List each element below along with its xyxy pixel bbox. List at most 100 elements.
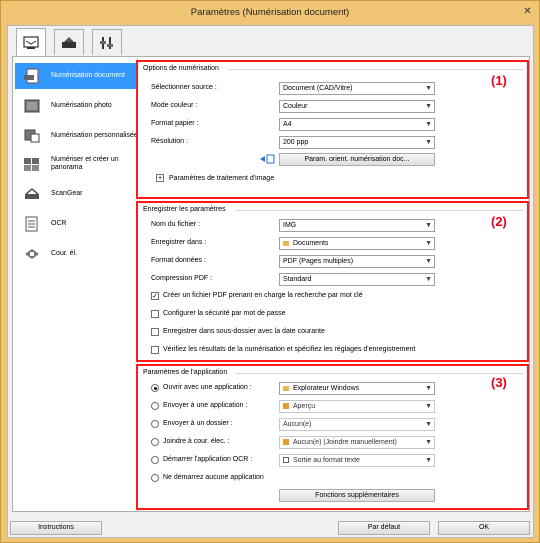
sidebar-item-ocr[interactable]: OCR [15, 211, 137, 237]
image-processing-label[interactable]: Paramètres de traitement d'image [169, 175, 274, 182]
send-folder-value: Aucun(e) [283, 421, 312, 428]
open-app-radio[interactable] [151, 384, 159, 392]
send-folder-radio[interactable] [151, 420, 159, 428]
divider [235, 373, 523, 374]
chevron-down-icon: ▼ [425, 85, 432, 92]
ocr-app-radio[interactable] [151, 456, 159, 464]
custom-scan-icon [21, 128, 43, 144]
folder-icon [283, 386, 289, 391]
attach-email-select[interactable]: Aucun(e) (Joindre manuellement) ▼ [279, 436, 435, 449]
sidebar-item-scangear[interactable]: ScanGear [15, 181, 137, 207]
document-scan-icon [21, 68, 43, 84]
scangear-icon [21, 186, 43, 202]
attach-email-radio[interactable] [151, 438, 159, 446]
email-client-icon [283, 439, 289, 445]
ocr-app-select[interactable]: Sortie au format texte ▼ [279, 454, 435, 467]
save-in-value: Documents [293, 240, 329, 247]
chevron-down-icon: ▼ [425, 240, 432, 247]
ocr-app-label: Démarrer l'application OCR : [163, 456, 253, 463]
sidebar-item-label: Numérisation personnalisée [51, 132, 138, 139]
resolution-label: Résolution : [151, 138, 188, 145]
tab-scan-from-panel[interactable] [54, 29, 84, 55]
sidebar-item-label: OCR [51, 220, 67, 227]
settings-window: Paramètres (Numérisation document) ✕ Num… [0, 0, 540, 543]
searchable-pdf-label: Créer un fichier PDF prenant en charge l… [163, 292, 363, 299]
data-format-select[interactable]: PDF (Pages multiples) ▼ [279, 255, 435, 268]
sidebar-item-label: Numériser et créer un panorama [51, 156, 119, 171]
password-security-checkbox[interactable] [151, 310, 159, 318]
instructions-button[interactable]: Instructions [10, 521, 102, 535]
save-in-select[interactable]: Documents ▼ [279, 237, 435, 250]
section-marker-2: (2) [491, 214, 507, 229]
sidebar-item-panorama[interactable]: Numériser et créer un panorama [15, 149, 137, 179]
tab-scan-from-computer[interactable] [16, 28, 46, 56]
color-mode-label: Mode couleur : [151, 102, 198, 109]
open-app-value: Explorateur Windows [293, 385, 360, 392]
sidebar: Numérisation document Numérisation photo… [13, 57, 138, 511]
section-marker-3: (3) [491, 375, 507, 390]
data-format-label: Format données : [151, 257, 206, 264]
preview-app-icon [283, 403, 289, 409]
paper-size-label: Format papier : [151, 120, 199, 127]
defaults-button[interactable]: Par défaut [338, 521, 430, 535]
text-output-icon [283, 457, 289, 463]
scan-from-panel-icon [62, 36, 76, 48]
send-app-radio[interactable] [151, 402, 159, 410]
ok-button[interactable]: OK [438, 521, 530, 535]
chevron-down-icon: ▼ [425, 276, 432, 283]
scan-from-computer-icon [23, 35, 39, 49]
pdf-compression-select[interactable]: Standard ▼ [279, 273, 435, 286]
data-format-value: PDF (Pages multiples) [283, 258, 354, 265]
sidebar-item-label: Cour. él. [51, 250, 78, 257]
searchable-pdf-checkbox[interactable]: ✓ [151, 292, 159, 300]
settings-panel: Numérisation document Numérisation photo… [12, 56, 530, 512]
ocr-icon [21, 216, 43, 232]
sidebar-item-document-scan[interactable]: Numérisation document [15, 63, 137, 89]
scan-options-title: Options de numérisation [143, 65, 219, 72]
attach-email-label: Joindre à cour. élec. : [163, 438, 230, 445]
resolution-select[interactable]: 200 ppp ▼ [279, 136, 435, 149]
orientation-settings-button[interactable]: Param. orient. numérisation doc... [279, 153, 435, 166]
save-in-label: Enregistrer dans : [151, 239, 207, 246]
verify-results-checkbox[interactable] [151, 346, 159, 354]
date-subfolder-checkbox[interactable] [151, 328, 159, 336]
close-icon[interactable]: ✕ [522, 7, 533, 18]
no-app-radio[interactable] [151, 474, 159, 482]
color-mode-select[interactable]: Couleur ▼ [279, 100, 435, 113]
source-value: Document (CAD/Vitre) [283, 85, 353, 92]
divider [235, 210, 523, 211]
divider [228, 69, 523, 70]
resolution-value: 200 ppp [283, 139, 309, 146]
verify-results-label: Vérifiez les résultats de la numérisatio… [163, 346, 416, 353]
pdf-compression-value: Standard [283, 276, 312, 283]
sidebar-item-label: ScanGear [51, 190, 83, 197]
sidebar-item-label: Numérisation photo [51, 102, 112, 109]
send-app-label: Envoyer à une application : [163, 402, 248, 409]
panorama-icon [21, 156, 43, 172]
source-select[interactable]: Document (CAD/Vitre) ▼ [279, 82, 435, 95]
filename-input[interactable]: IMG ▼ [279, 219, 435, 232]
sidebar-item-photo-scan[interactable]: Numérisation photo [15, 93, 137, 119]
orientation-icon [259, 153, 275, 165]
expand-image-processing-button[interactable]: + [156, 174, 164, 182]
chevron-down-icon: ▼ [425, 385, 432, 392]
dialog-client: Numérisation document Numérisation photo… [7, 25, 534, 538]
chevron-down-icon: ▼ [425, 258, 432, 265]
chevron-down-icon: ▼ [425, 103, 432, 110]
date-subfolder-label: Enregistrer dans sous-dossier avec la da… [163, 328, 325, 335]
chevron-down-icon: ▼ [425, 222, 432, 229]
password-security-label: Configurer la sécurité par mot de passe [163, 310, 286, 317]
tab-general-settings[interactable] [92, 29, 122, 55]
send-app-select[interactable]: Aperçu ▼ [279, 400, 435, 413]
more-functions-button[interactable]: Fonctions supplémentaires [279, 489, 435, 502]
photo-scan-icon [21, 98, 43, 114]
sidebar-item-email[interactable]: Cour. él. [15, 241, 137, 267]
sidebar-item-custom-scan[interactable]: Numérisation personnalisée [15, 123, 138, 149]
chevron-down-icon: ▼ [425, 121, 432, 128]
paper-size-select[interactable]: A4 ▼ [279, 118, 435, 131]
folder-icon [283, 241, 289, 246]
send-folder-label: Envoyer à un dossier : [163, 420, 233, 427]
filename-value: IMG [283, 222, 297, 229]
send-folder-select[interactable]: Aucun(e) ▼ [279, 418, 435, 431]
open-app-select[interactable]: Explorateur Windows ▼ [279, 382, 435, 395]
